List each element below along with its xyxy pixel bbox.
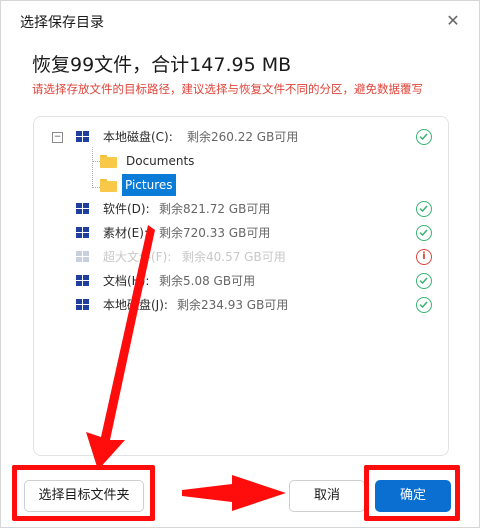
annotation-arrows <box>86 225 286 511</box>
annotation-arrow-down <box>86 225 155 470</box>
annotation-arrow-right <box>182 475 286 511</box>
